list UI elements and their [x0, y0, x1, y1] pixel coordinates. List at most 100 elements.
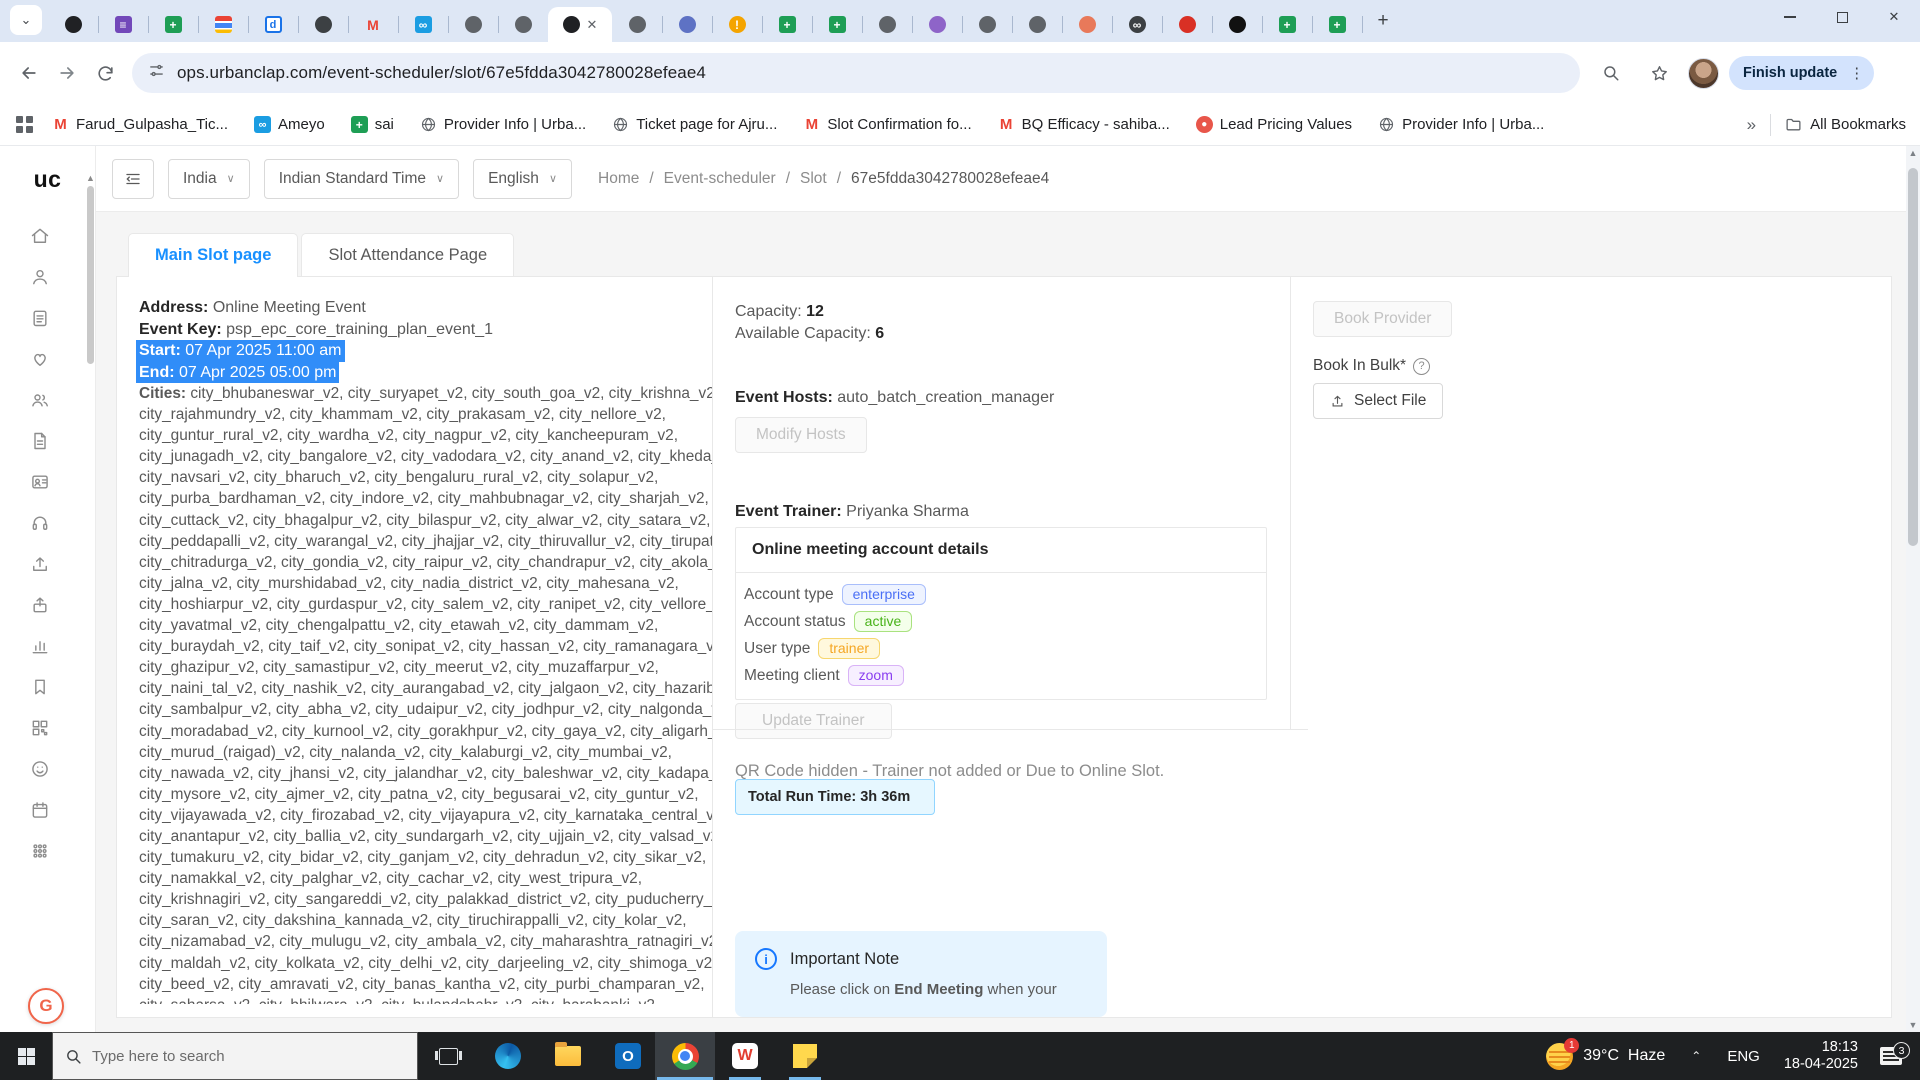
apps-grid-icon[interactable] — [16, 115, 34, 134]
browser-tab[interactable] — [962, 7, 1013, 42]
sticky-notes-button[interactable] — [775, 1032, 835, 1080]
tray-expand-chevron[interactable]: ⌃ — [1677, 1049, 1715, 1063]
region-dropdown[interactable]: India ∨ — [168, 158, 250, 199]
scrollbar-thumb[interactable] — [1908, 168, 1918, 546]
tab-close-icon[interactable]: ✕ — [587, 18, 598, 31]
browser-tab[interactable]: + — [1312, 7, 1363, 42]
browser-tab[interactable] — [1062, 7, 1113, 42]
forward-button[interactable] — [48, 54, 86, 92]
language-indicator[interactable]: ENG — [1715, 1048, 1772, 1065]
timezone-dropdown[interactable]: Indian Standard Time ∨ — [263, 158, 460, 199]
browser-tab[interactable]: ∞ — [1112, 7, 1163, 42]
browser-tab[interactable] — [662, 7, 713, 42]
wps-app-button[interactable]: W — [715, 1032, 775, 1080]
sidebar-item-headset[interactable] — [30, 513, 50, 533]
weather-widget[interactable]: 1 39°C Haze — [1534, 1037, 1677, 1070]
notification-center-button[interactable]: 3 — [1870, 1042, 1920, 1065]
browser-tab[interactable] — [612, 7, 663, 42]
help-icon[interactable]: ? — [1413, 357, 1431, 375]
browser-tab[interactable] — [48, 7, 99, 42]
sidebar-item-heart[interactable] — [30, 349, 50, 369]
browser-tab[interactable]: d — [248, 7, 299, 42]
outlook-app-button[interactable]: O — [598, 1032, 658, 1080]
profile-avatar[interactable] — [1688, 57, 1719, 89]
browser-tab[interactable]: M — [348, 7, 399, 42]
browser-tab[interactable] — [862, 7, 913, 42]
bookmark-item[interactable]: + sai — [350, 116, 394, 133]
breadcrumb-home[interactable]: Home — [598, 170, 639, 188]
sidebar-item-users[interactable] — [30, 390, 50, 410]
bookmark-star-button[interactable] — [1640, 54, 1678, 92]
clock-widget[interactable]: 18:13 18-04-2025 — [1772, 1039, 1870, 1073]
bookmark-item[interactable]: Provider Info | Urba... — [420, 116, 586, 133]
browser-tab[interactable] — [198, 7, 249, 42]
browser-tab[interactable] — [498, 7, 549, 42]
sidebar-item-calendar[interactable] — [30, 800, 50, 820]
browser-tab[interactable]: + — [762, 7, 813, 42]
uc-logo[interactable]: uc — [0, 146, 95, 212]
tab-main-slot-page[interactable]: Main Slot page — [128, 233, 299, 277]
sidebar-item-clipboard[interactable] — [30, 308, 50, 328]
bookmark-item[interactable]: ● Lead Pricing Values — [1195, 116, 1352, 133]
scroll-down-icon[interactable]: ▼ — [1906, 1018, 1920, 1032]
sidebar-item-upload[interactable] — [30, 554, 50, 574]
book-provider-button[interactable]: Book Provider — [1313, 301, 1453, 337]
bookmark-item[interactable]: Provider Info | Urba... — [1378, 116, 1544, 133]
bookmark-item[interactable]: Ticket page for Ajru... — [612, 116, 777, 133]
breadcrumb-event-scheduler[interactable]: Event-scheduler — [664, 170, 776, 188]
browser-tab[interactable]: + — [812, 7, 863, 42]
browser-tab[interactable]: ∞ — [398, 7, 449, 42]
reload-button[interactable] — [86, 54, 124, 92]
browser-tab[interactable]: + — [1262, 7, 1313, 42]
all-bookmarks-button[interactable]: All Bookmarks — [1785, 116, 1906, 133]
language-dropdown[interactable]: English ∨ — [473, 158, 572, 199]
more-menu-icon[interactable]: ⋮ — [1845, 64, 1868, 82]
file-explorer-button[interactable] — [538, 1032, 598, 1080]
site-settings-icon[interactable] — [148, 62, 165, 84]
sidebar-item-keypad[interactable] — [30, 841, 50, 861]
bookmark-item[interactable]: ∞ Ameyo — [254, 116, 325, 133]
sidebar-item-user[interactable] — [30, 267, 50, 287]
sidebar-item-user-card[interactable] — [30, 472, 50, 492]
browser-tab[interactable]: ! — [712, 7, 763, 42]
browser-tab-active[interactable]: ✕ — [548, 7, 612, 42]
finish-update-button[interactable]: Finish update ⋮ — [1729, 56, 1875, 90]
sidebar-item-home[interactable] — [30, 226, 50, 246]
browser-tab[interactable] — [1212, 7, 1263, 42]
chrome-app-button[interactable] — [655, 1032, 715, 1080]
modify-hosts-button[interactable]: Modify Hosts — [735, 417, 867, 453]
maximize-button[interactable] — [1816, 0, 1868, 34]
start-button[interactable] — [0, 1032, 52, 1080]
taskbar-search[interactable]: Type here to search — [52, 1032, 418, 1080]
breadcrumb-slot[interactable]: Slot — [800, 170, 827, 188]
scrollbar-thumb[interactable] — [87, 186, 94, 364]
minimize-button[interactable] — [1764, 0, 1816, 34]
search-tabs-button[interactable] — [1592, 54, 1630, 92]
scroll-up-icon[interactable]: ▲ — [1906, 146, 1920, 160]
menu-collapse-button[interactable] — [112, 158, 154, 199]
address-bar[interactable]: ops.urbanclap.com/event-scheduler/slot/6… — [132, 53, 1580, 93]
close-button[interactable]: ✕ — [1868, 0, 1920, 34]
browser-tab[interactable]: ≡ — [98, 7, 149, 42]
sidebar-item-share[interactable] — [30, 595, 50, 615]
bookmark-item[interactable]: M Slot Confirmation fo... — [803, 116, 972, 133]
tab-slot-attendance-page[interactable]: Slot Attendance Page — [301, 233, 515, 277]
url-text[interactable]: ops.urbanclap.com/event-scheduler/slot/6… — [177, 63, 706, 83]
back-button[interactable] — [10, 54, 48, 92]
bookmark-item[interactable]: M Farud_Gulpasha_Tic... — [52, 116, 228, 133]
select-file-button[interactable]: Select File — [1313, 383, 1444, 419]
edge-app-button[interactable] — [478, 1032, 538, 1080]
browser-tab[interactable] — [1012, 7, 1063, 42]
sidebar-item-file[interactable] — [30, 431, 50, 451]
task-view-button[interactable] — [418, 1032, 478, 1080]
bookmarks-overflow-chevron[interactable]: » — [1747, 115, 1770, 135]
scroll-up-icon[interactable]: ▲ — [86, 174, 95, 183]
browser-tab[interactable] — [298, 7, 349, 42]
page-scrollbar[interactable]: ▲ ▼ — [1906, 146, 1920, 1032]
sidebar-scrollbar[interactable]: ▲ — [86, 174, 95, 1060]
sidebar-item-bookmark[interactable] — [30, 677, 50, 697]
browser-tab[interactable] — [912, 7, 963, 42]
new-tab-button[interactable]: + — [1368, 6, 1398, 36]
tab-search-button[interactable]: ⌄ — [10, 5, 42, 35]
sidebar-item-chart[interactable] — [30, 636, 50, 656]
